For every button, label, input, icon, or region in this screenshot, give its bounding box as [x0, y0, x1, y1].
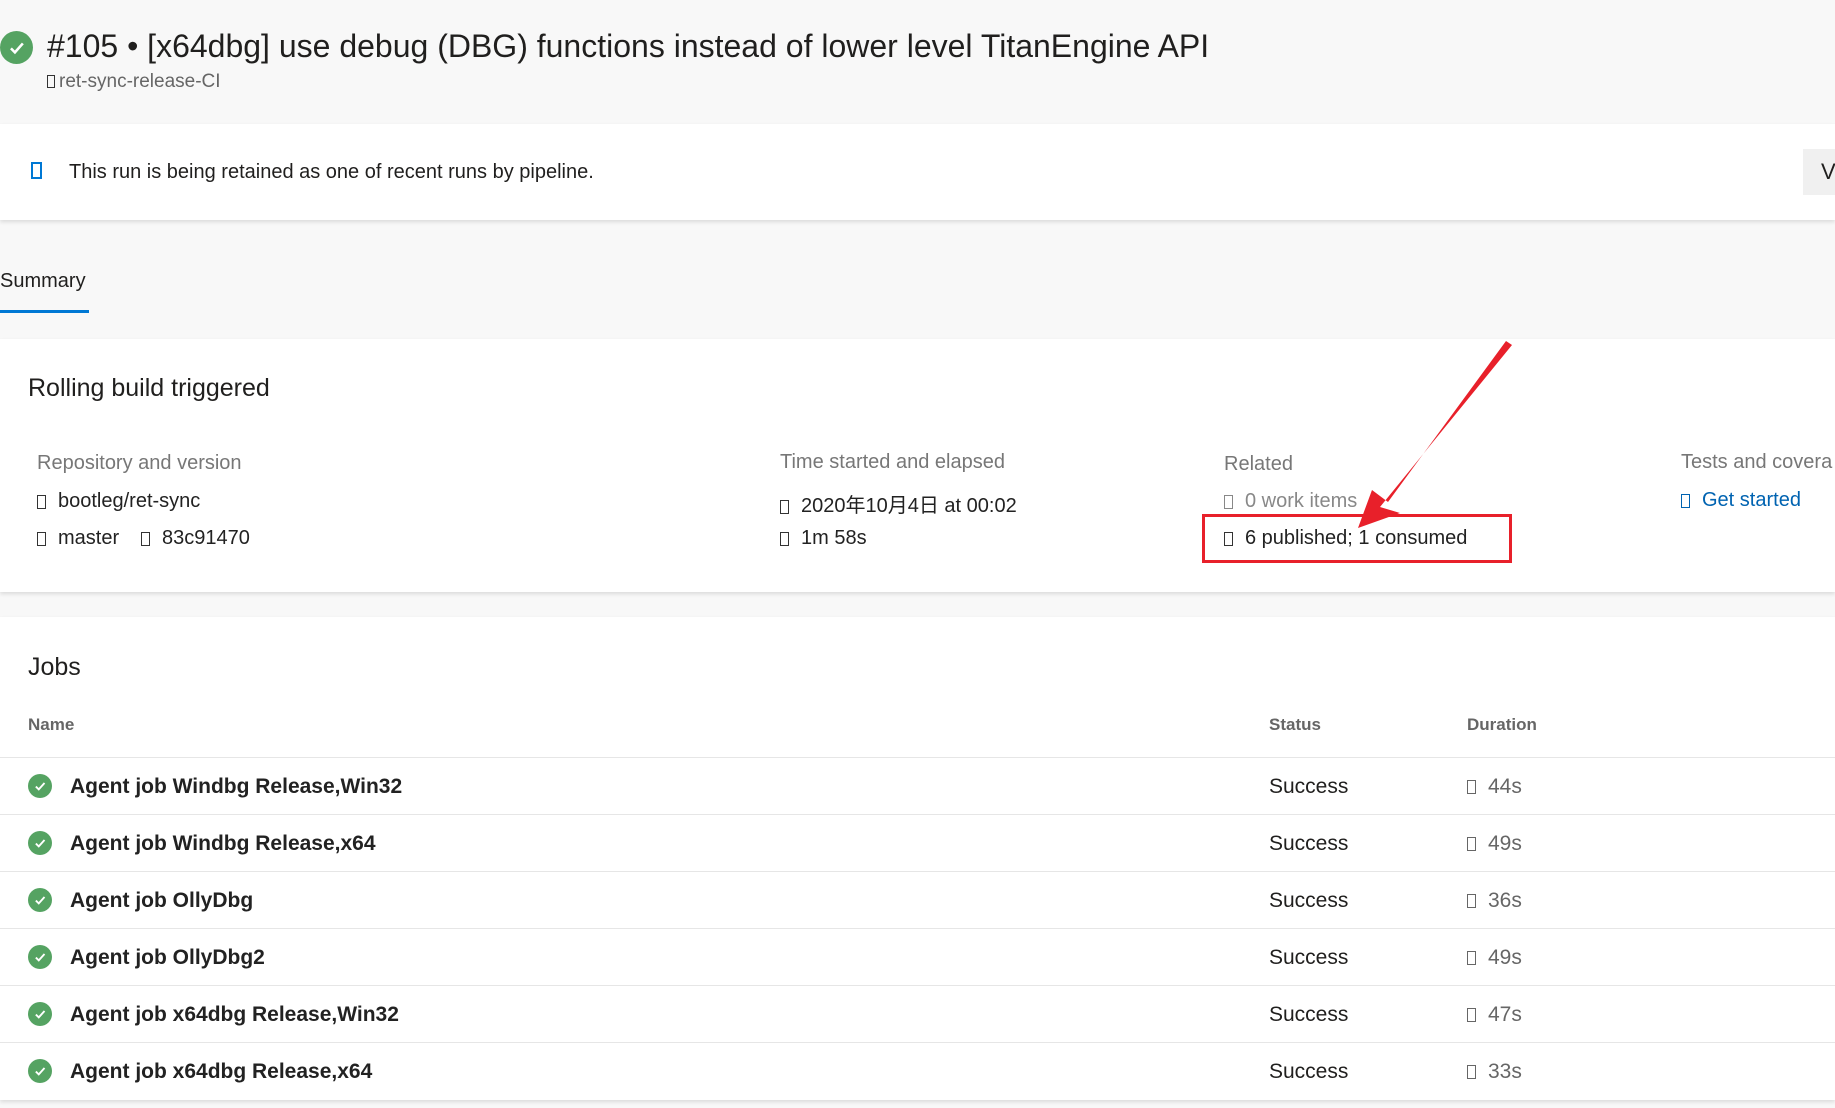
info-icon — [31, 162, 42, 179]
job-row[interactable]: Agent job x64dbg Release,Win32 Success 4… — [0, 985, 1835, 1042]
pipeline-name: ret-sync-release-CI — [59, 71, 221, 92]
success-check-icon — [28, 831, 52, 855]
commit-icon — [141, 531, 150, 546]
clock-icon — [1467, 894, 1476, 909]
success-check-icon — [28, 774, 52, 798]
duration-value: 49s — [1488, 946, 1522, 969]
page-title: #105 • [x64dbg] use debug (DBG) function… — [47, 28, 1210, 64]
job-row[interactable]: Agent job OllyDbg Success 36s — [0, 871, 1835, 928]
success-check-icon — [28, 945, 52, 969]
column-status: Status — [1269, 715, 1321, 734]
related-label: Related — [1224, 453, 1293, 475]
annotation-highlight-box — [1202, 514, 1512, 563]
success-check-icon — [0, 31, 33, 64]
success-check-icon — [28, 1002, 52, 1026]
duration-value: 49s — [1488, 832, 1522, 855]
branch-icon — [37, 531, 46, 546]
clock-icon — [1467, 951, 1476, 966]
get-started-text: Get started — [1702, 489, 1801, 511]
job-row[interactable]: Agent job OllyDbg2 Success 49s — [0, 928, 1835, 985]
tab-underline — [0, 310, 89, 313]
repository-link[interactable]: bootleg/ret-sync — [37, 490, 200, 513]
job-duration: 36s — [1467, 889, 1522, 913]
success-check-icon — [28, 888, 52, 912]
job-status: Success — [1269, 1003, 1349, 1026]
summary-card: Rolling build triggered Repository and v… — [0, 339, 1835, 592]
view-retention-button[interactable]: V — [1803, 149, 1835, 195]
job-name: Agent job Windbg Release,Win32 — [70, 775, 403, 798]
job-duration: 49s — [1467, 946, 1522, 970]
commit-id: 83c91470 — [162, 527, 250, 549]
duration-value: 47s — [1488, 1003, 1522, 1026]
job-duration: 49s — [1467, 832, 1522, 856]
pipeline-icon — [47, 75, 55, 89]
job-status: Success — [1269, 775, 1349, 798]
tests-icon — [1681, 493, 1690, 508]
tab-summary[interactable]: Summary — [0, 270, 86, 293]
branch[interactable]: master — [37, 527, 119, 550]
job-status: Success — [1269, 946, 1349, 969]
success-check-icon — [28, 1059, 52, 1083]
time-label: Time started and elapsed — [780, 451, 1005, 473]
job-name: Agent job OllyDbg — [70, 889, 254, 912]
time-elapsed: 1m 58s — [780, 527, 867, 550]
tests-label: Tests and covera — [1681, 451, 1833, 473]
duration-value: 44s — [1488, 775, 1522, 798]
duration-value: 36s — [1488, 889, 1522, 912]
work-items-value: 0 work items — [1245, 490, 1358, 512]
job-row[interactable]: Agent job Windbg Release,Win32 Success 4… — [0, 757, 1835, 814]
job-status: Success — [1269, 832, 1349, 855]
time-started: 2020年10月4日 at 00:02 — [780, 489, 1017, 518]
clock-icon — [1467, 1008, 1476, 1023]
elapsed-value: 1m 58s — [801, 527, 867, 549]
job-row[interactable]: Agent job x64dbg Release,x64 Success 33s — [0, 1042, 1835, 1099]
clock-icon — [1467, 837, 1476, 852]
calendar-icon — [780, 499, 789, 514]
work-items-link[interactable]: 0 work items — [1224, 490, 1357, 513]
clock-icon — [1467, 780, 1476, 795]
pipeline-link[interactable]: ret-sync-release-CI — [47, 71, 221, 93]
branch-name: master — [58, 527, 120, 549]
banner-text: This run is being retained as one of rec… — [69, 161, 594, 183]
commit-link[interactable]: 83c91470 — [141, 527, 250, 550]
job-status: Success — [1269, 889, 1349, 912]
job-row[interactable]: Agent job Windbg Release,x64 Success 49s — [0, 814, 1835, 871]
job-name: Agent job x64dbg Release,Win32 — [70, 1003, 399, 1026]
job-name: Agent job OllyDbg2 — [70, 946, 265, 969]
clock-icon — [1467, 1065, 1476, 1080]
jobs-card: Jobs Name Status Duration Agent job Wind… — [0, 617, 1835, 1100]
get-started-link[interactable]: Get started — [1681, 489, 1801, 512]
work-item-icon — [1224, 494, 1233, 509]
clock-icon — [780, 531, 789, 546]
column-name: Name — [28, 715, 75, 734]
repo-icon — [37, 494, 46, 509]
repo-label: Repository and version — [37, 452, 242, 474]
job-duration: 33s — [1467, 1060, 1522, 1084]
jobs-title: Jobs — [28, 653, 81, 681]
job-name: Agent job x64dbg Release,x64 — [70, 1060, 373, 1083]
column-duration: Duration — [1467, 715, 1537, 734]
job-name: Agent job Windbg Release,x64 — [70, 832, 376, 855]
job-duration: 44s — [1467, 775, 1522, 799]
retention-banner: This run is being retained as one of rec… — [0, 124, 1835, 220]
started-value: 2020年10月4日 at 00:02 — [801, 495, 1017, 517]
repository-name: bootleg/ret-sync — [58, 490, 201, 512]
job-status: Success — [1269, 1060, 1349, 1083]
summary-title: Rolling build triggered — [28, 374, 270, 402]
job-duration: 47s — [1467, 1003, 1522, 1027]
duration-value: 33s — [1488, 1060, 1522, 1083]
